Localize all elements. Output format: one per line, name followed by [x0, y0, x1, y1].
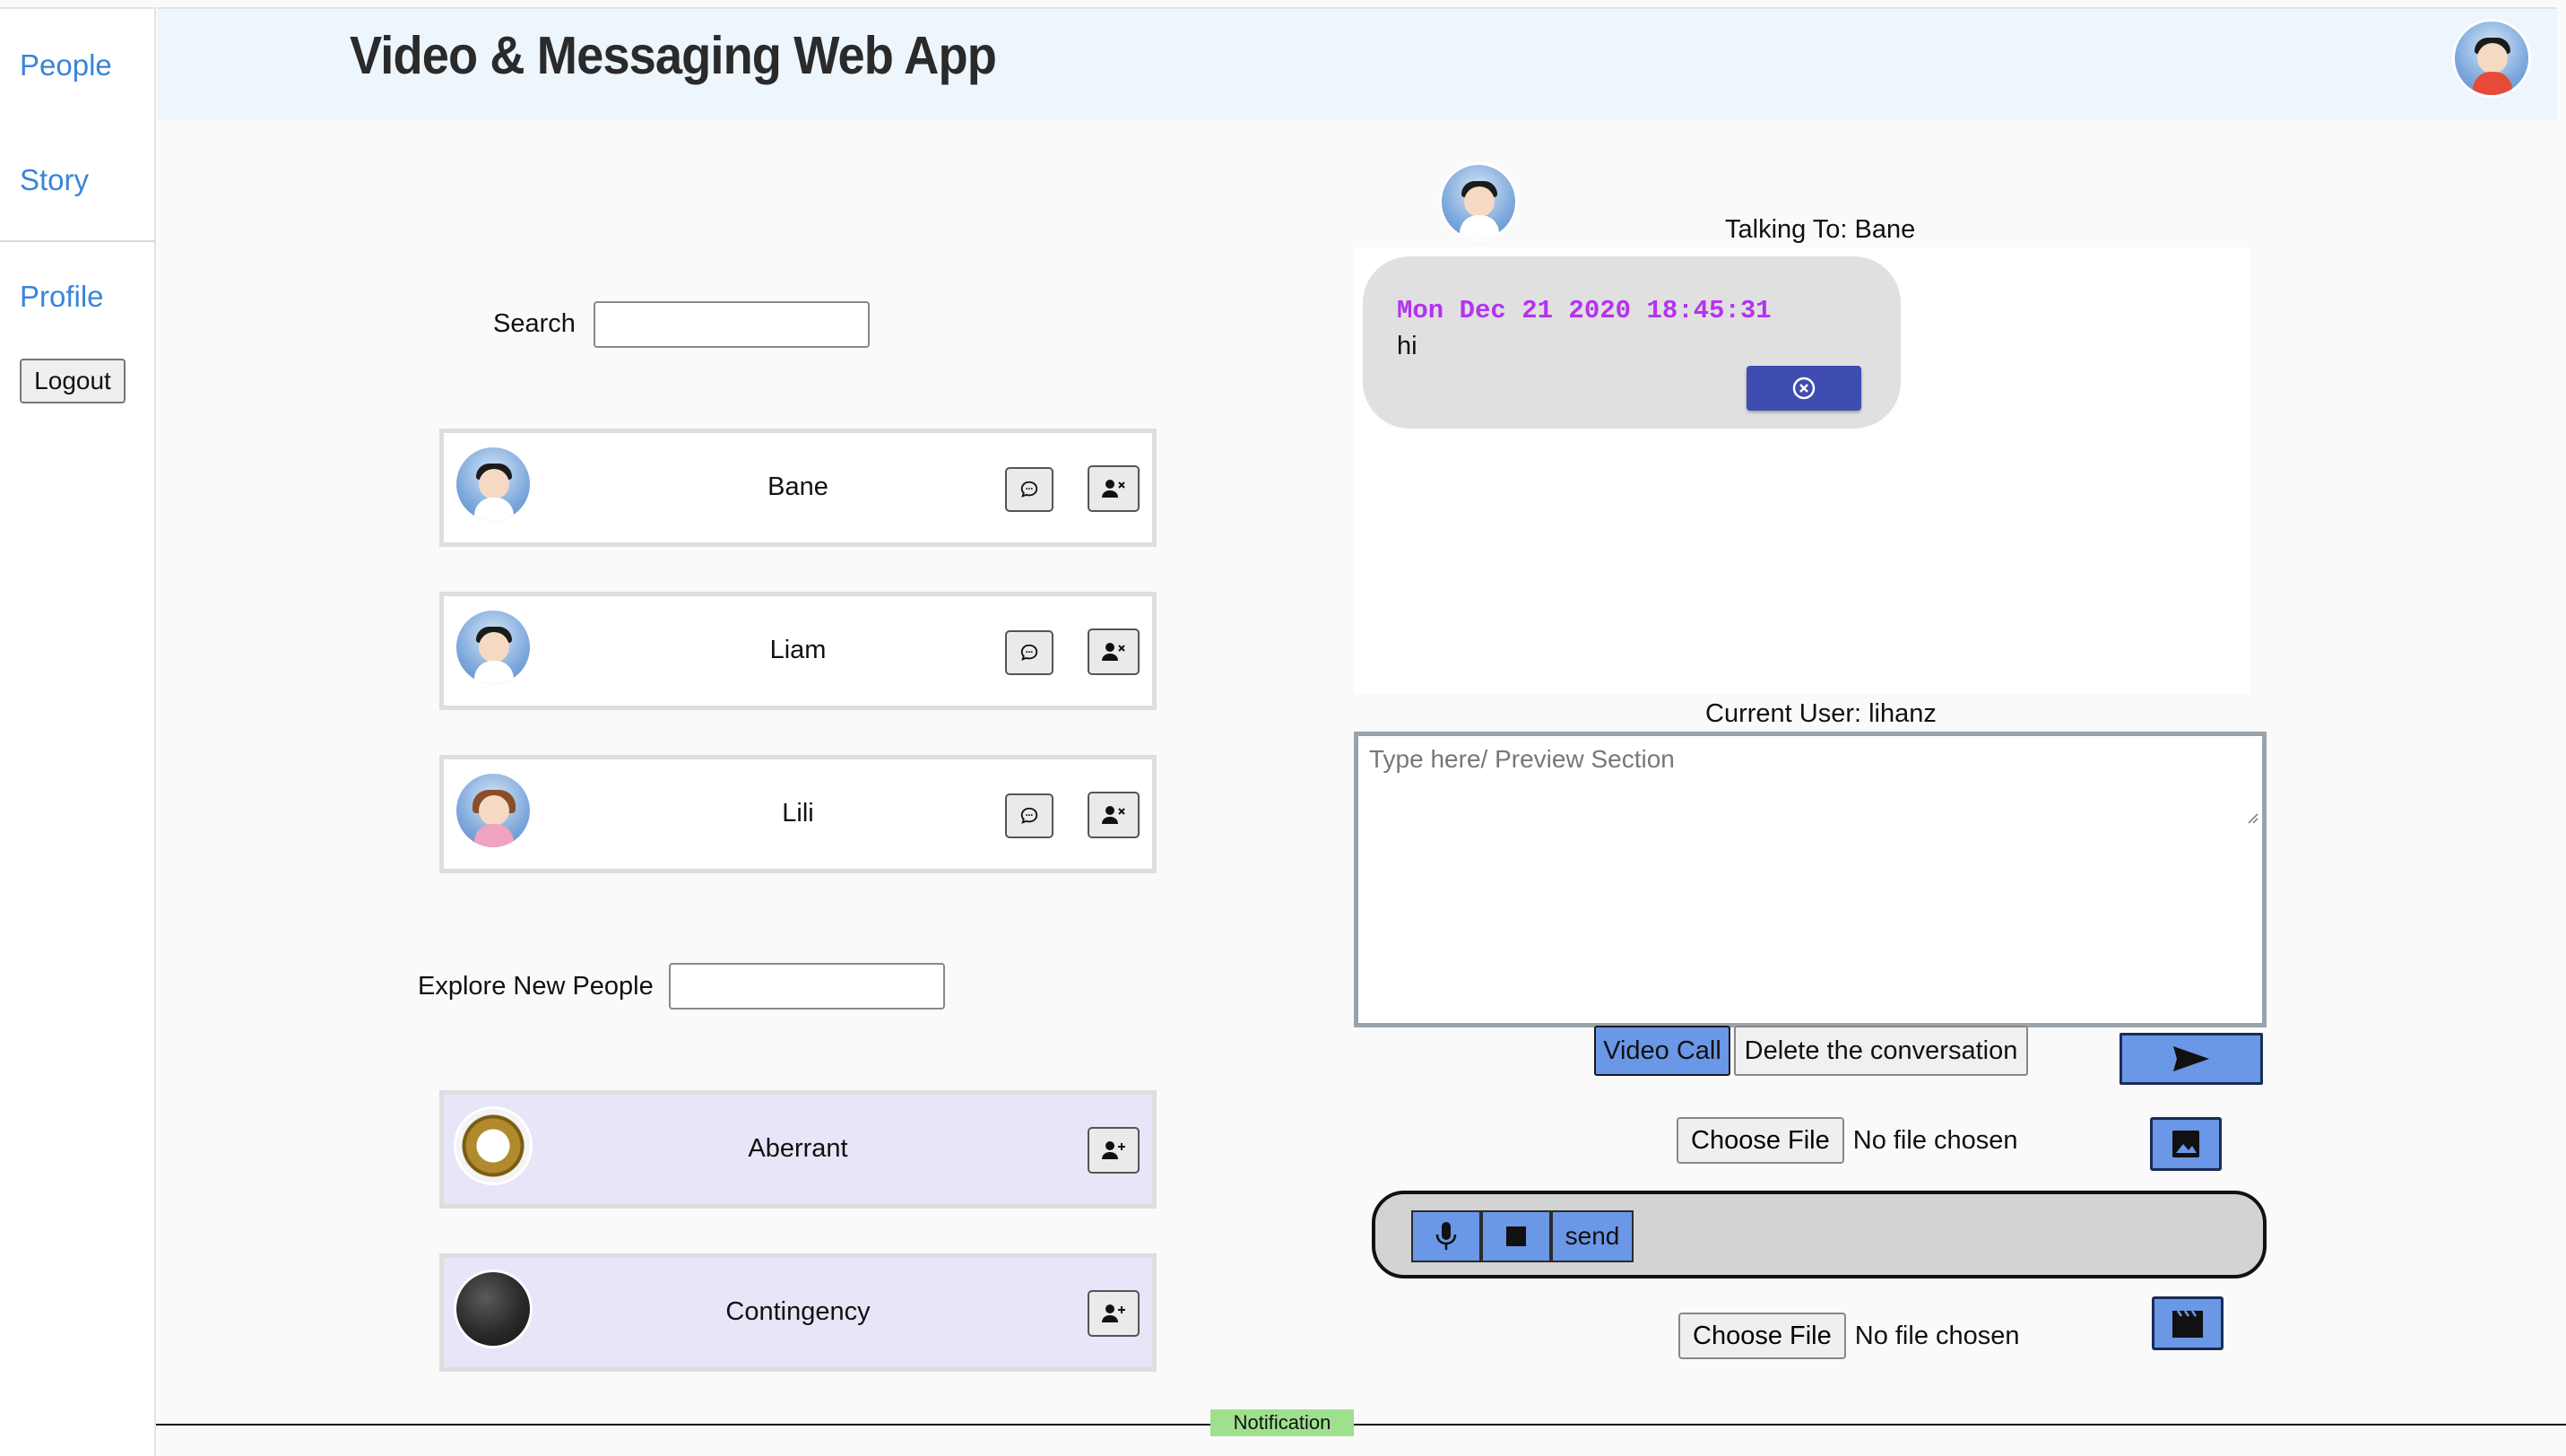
record-button[interactable]	[1411, 1210, 1481, 1262]
video-file-status: No file chosen	[1854, 1321, 2020, 1350]
chat-partner-avatar	[1442, 165, 1515, 238]
message-input[interactable]	[1358, 736, 2262, 828]
avatar	[456, 1109, 530, 1183]
resize-grip-icon[interactable]	[2246, 811, 2258, 824]
chat-button[interactable]	[1005, 467, 1053, 512]
user-avatar[interactable]	[2455, 22, 2528, 95]
sidebar-divider	[0, 240, 156, 242]
person-name: Aberrant	[748, 1134, 848, 1163]
sidebar-item-profile[interactable]: Profile	[20, 280, 104, 314]
choose-image-file-button[interactable]: Choose File	[1677, 1117, 1844, 1164]
stop-recording-button[interactable]	[1481, 1210, 1551, 1262]
image-icon	[2172, 1131, 2199, 1157]
delete-message-button[interactable]	[1747, 366, 1861, 411]
person-add-icon	[1102, 1304, 1125, 1322]
send-image-button[interactable]	[2150, 1117, 2222, 1171]
notification-tab[interactable]: Notification	[1210, 1409, 1354, 1436]
add-friend-button[interactable]	[1088, 1127, 1140, 1174]
close-circle-icon	[1792, 377, 1816, 400]
chat-button[interactable]	[1005, 630, 1053, 675]
video-call-button[interactable]: Video Call	[1594, 1026, 1730, 1076]
person-name: Contingency	[725, 1297, 871, 1326]
person-remove-icon	[1102, 806, 1125, 824]
logout-button[interactable]: Logout	[20, 359, 126, 403]
friend-card-bane: Bane	[439, 429, 1157, 547]
explore-label: Explore New People	[418, 972, 654, 1001]
choose-video-file-button[interactable]: Choose File	[1678, 1313, 1846, 1359]
voice-recorder: send	[1372, 1191, 2267, 1278]
avatar	[456, 611, 530, 684]
person-remove-icon	[1102, 643, 1125, 661]
footer-divider	[156, 1424, 2566, 1426]
app-root: People Story Profile Logout Video & Mess…	[0, 0, 2566, 1456]
explore-card-contingency: Contingency	[439, 1253, 1157, 1372]
sidebar-item-people[interactable]: People	[20, 48, 112, 82]
search-label: Search	[493, 309, 576, 338]
talking-to-label: Talking To: Bane	[1725, 215, 1916, 244]
person-add-icon	[1102, 1141, 1125, 1159]
compose-area	[1354, 732, 2267, 1027]
person-remove-icon	[1102, 480, 1125, 498]
send-video-button[interactable]	[2152, 1296, 2224, 1350]
current-user-label: Current User: lihanz	[1705, 699, 1937, 728]
image-file-status: No file chosen	[1852, 1125, 2018, 1155]
explore-card-aberrant: Aberrant	[439, 1090, 1157, 1209]
message-timestamp: Mon Dec 21 2020 18:45:31	[1397, 296, 1772, 325]
chat-bubble-icon	[1020, 807, 1038, 824]
chat-bubble-icon	[1020, 644, 1038, 661]
avatar	[456, 447, 530, 521]
image-file-picker: Choose File No file chosen	[1677, 1117, 2018, 1164]
send-message-button[interactable]	[2120, 1033, 2263, 1085]
friend-card-liam: Liam	[439, 592, 1157, 710]
remove-friend-button[interactable]	[1088, 792, 1140, 838]
avatar	[456, 1272, 530, 1346]
video-file-picker: Choose File No file chosen	[1678, 1313, 2020, 1359]
send-recording-button[interactable]: send	[1551, 1210, 1634, 1262]
friend-card-lili: Lili	[439, 755, 1157, 873]
remove-friend-button[interactable]	[1088, 628, 1140, 675]
message-bubble: Mon Dec 21 2020 18:45:31 hi	[1363, 256, 1901, 429]
stop-icon	[1506, 1226, 1526, 1246]
chat-button[interactable]	[1005, 793, 1053, 838]
movie-clapper-icon	[2172, 1310, 2203, 1338]
sidebar-item-story[interactable]: Story	[20, 163, 89, 197]
remove-friend-button[interactable]	[1088, 465, 1140, 512]
chat-bubble-icon	[1020, 481, 1038, 498]
add-friend-button[interactable]	[1088, 1290, 1140, 1337]
sidebar: People Story Profile Logout	[0, 7, 156, 1456]
delete-conversation-button[interactable]: Delete the conversation	[1734, 1026, 2028, 1076]
search-input[interactable]	[594, 301, 870, 348]
header: Video & Messaging Web App	[158, 7, 2557, 120]
avatar	[456, 774, 530, 847]
microphone-icon	[1435, 1222, 1457, 1250]
send-icon	[2173, 1046, 2209, 1071]
app-title: Video & Messaging Web App	[350, 26, 997, 85]
message-text: hi	[1397, 332, 1417, 360]
message-list: Mon Dec 21 2020 18:45:31 hi	[1354, 247, 2250, 694]
explore-input[interactable]	[669, 963, 945, 1010]
